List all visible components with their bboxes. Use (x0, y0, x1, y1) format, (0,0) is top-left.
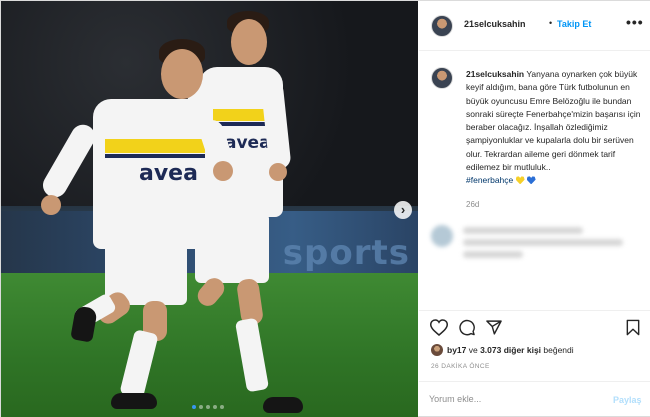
carousel-dot (192, 405, 196, 409)
instagram-post: sports avea avea › 21selcuksahin • Takip… (0, 0, 650, 417)
blurred-avatar (431, 225, 453, 247)
likes-count[interactable]: 3.073 diğer kişi (480, 345, 541, 355)
heart-outline-icon[interactable] (430, 319, 448, 336)
carousel-dot (213, 405, 217, 409)
likes-summary[interactable]: by17 ve 3.073 diğer kişi beğendi (431, 343, 574, 357)
blue-heart-icon (526, 176, 536, 185)
caption-username[interactable]: 21selcuksahin (466, 69, 524, 79)
carousel-dot (206, 405, 210, 409)
post-comment-button[interactable]: Paylaş (613, 395, 642, 405)
yellow-heart-icon (515, 176, 525, 185)
blurred-comment (429, 219, 641, 263)
sponsor-logo-right: avea (225, 133, 271, 153)
bookmark-icon[interactable] (625, 319, 641, 336)
post-header: 21selcuksahin • Takip Et ••• (419, 1, 650, 51)
post-side-panel: 21selcuksahin • Takip Et ••• 21selcuksah… (419, 1, 650, 416)
hashtag-link[interactable]: #fenerbahçe (466, 175, 513, 185)
comments-area: 21selcuksahin Yanyana oynarken çok büyük… (419, 53, 650, 308)
more-options-icon[interactable]: ••• (626, 14, 644, 30)
author-username[interactable]: 21selcuksahin (464, 19, 526, 29)
comment-input[interactable] (429, 391, 599, 407)
header-separator: • (549, 18, 553, 28)
carousel-indicator (192, 405, 224, 409)
carousel-dot (220, 405, 224, 409)
post-actions (419, 310, 650, 344)
liker-username[interactable]: by17 (447, 345, 466, 355)
comment-bubble-icon[interactable] (458, 319, 476, 336)
author-avatar[interactable] (431, 15, 453, 37)
paper-plane-icon[interactable] (485, 319, 503, 336)
advertising-board-text: sports (282, 233, 410, 273)
caption-text: Yanyana oynarken çok büyük keyif aldığım… (466, 69, 641, 173)
caption-timestamp: 26d (466, 200, 480, 209)
post-photo[interactable]: sports avea avea › (1, 1, 418, 417)
carousel-next-button[interactable]: › (394, 201, 412, 219)
sponsor-logo-left: avea (139, 161, 198, 186)
post-timestamp: 26 DAKİKA ÖNCE (431, 363, 490, 370)
add-comment-section: Paylaş (419, 381, 650, 416)
caption-author-avatar[interactable] (431, 67, 453, 89)
carousel-dot (199, 405, 203, 409)
liker-avatar[interactable] (431, 344, 443, 356)
follow-button[interactable]: Takip Et (557, 19, 591, 29)
post-caption: 21selcuksahin Yanyana oynarken çok büyük… (466, 68, 644, 188)
